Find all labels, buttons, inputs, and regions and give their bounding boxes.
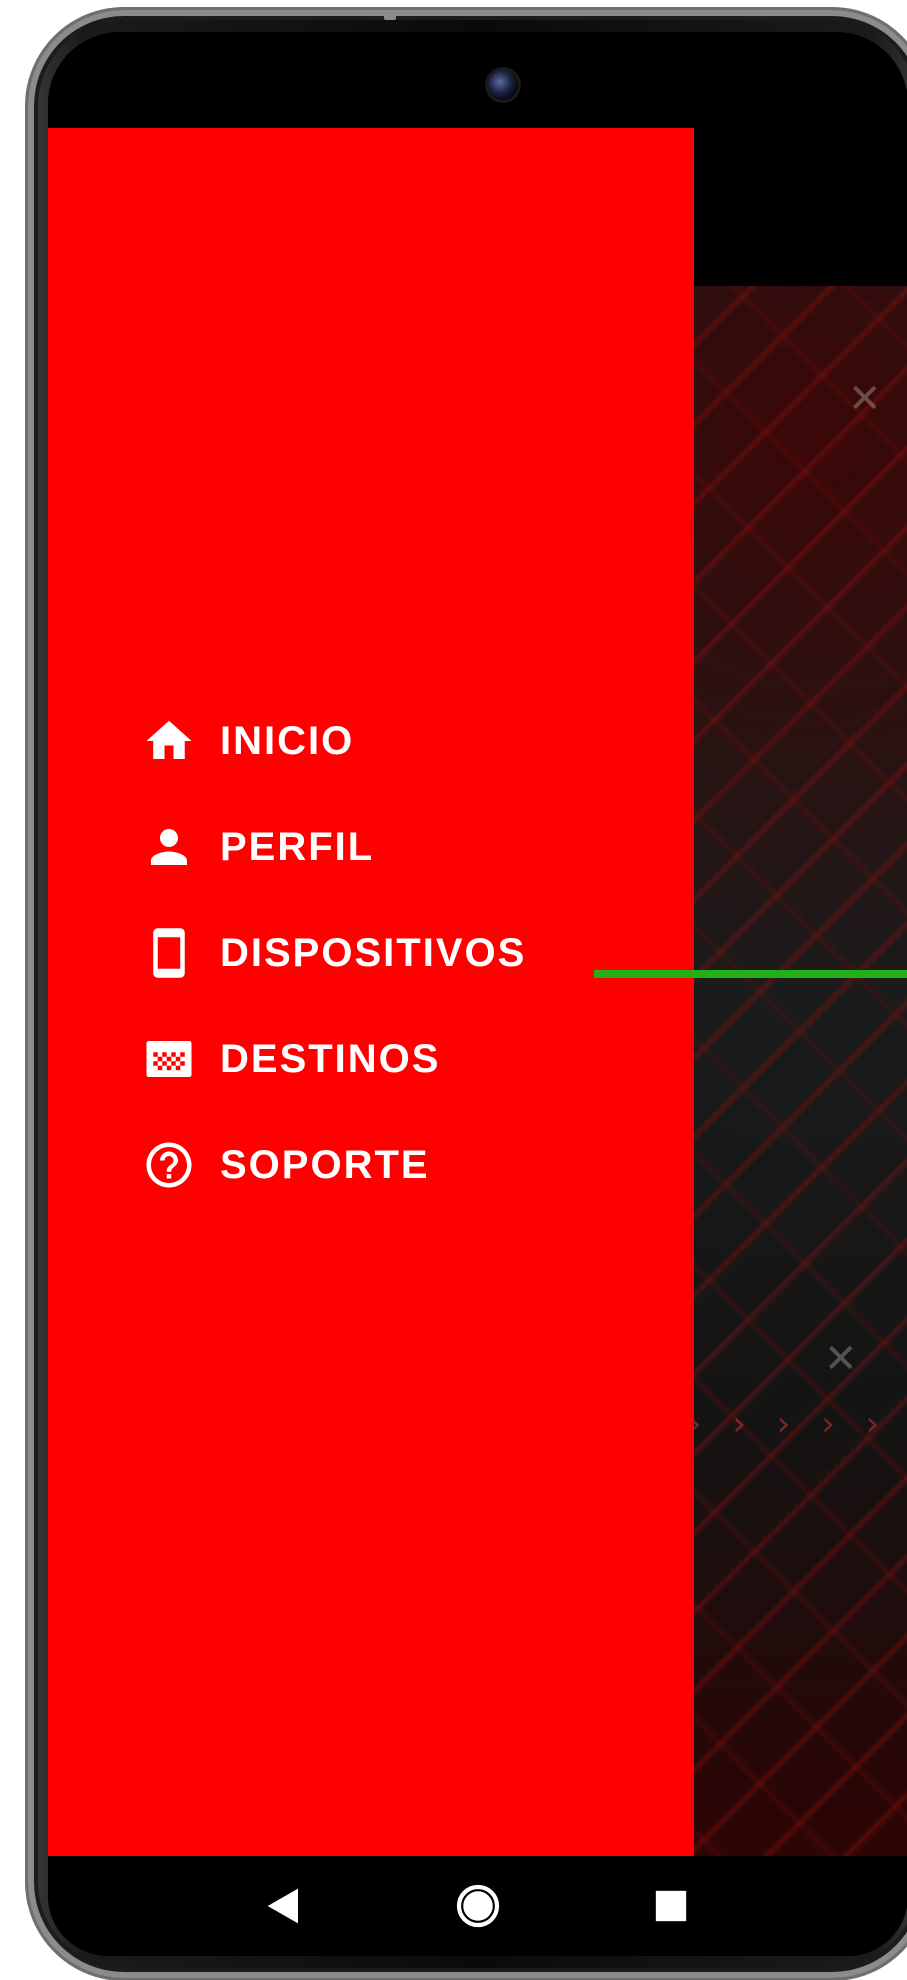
- navigation-drawer: INICIO PERFIL DISPOSITIVOS DESTINOS SOPO…: [48, 128, 694, 1856]
- drawer-item-label: DISPOSITIVOS: [220, 930, 527, 975]
- drawer-menu: INICIO PERFIL DISPOSITIVOS DESTINOS SOPO…: [142, 688, 526, 1218]
- decorative-x-icon: ✕: [824, 1336, 858, 1382]
- drawer-item-inicio[interactable]: INICIO: [142, 688, 526, 794]
- phone-top-button: [384, 10, 396, 20]
- drawer-item-dispositivos[interactable]: DISPOSITIVOS: [142, 900, 526, 1006]
- progress-indicator-line: [594, 970, 907, 978]
- phone-frame: ✕ ✕ › › › › › › › INICIO PERF: [28, 10, 907, 1978]
- recents-button[interactable]: [641, 1876, 701, 1936]
- home-icon: [142, 714, 196, 768]
- smartphone-icon: [142, 926, 196, 980]
- home-button[interactable]: [448, 1876, 508, 1936]
- status-bar: [48, 32, 907, 128]
- drawer-item-perfil[interactable]: PERFIL: [142, 794, 526, 900]
- drawer-item-label: SOPORTE: [220, 1142, 430, 1187]
- phone-screen: ✕ ✕ › › › › › › › INICIO PERF: [48, 32, 907, 1956]
- back-triangle-icon: [267, 1888, 298, 1924]
- drawer-item-soporte[interactable]: SOPORTE: [142, 1112, 526, 1218]
- drawer-item-destinos[interactable]: DESTINOS: [142, 1006, 526, 1112]
- drawer-item-label: DESTINOS: [220, 1036, 441, 1081]
- help-circle-icon: [142, 1138, 196, 1192]
- destination-flag-icon: [142, 1032, 196, 1086]
- drawer-item-label: PERFIL: [220, 824, 375, 869]
- decorative-x-icon: ✕: [848, 376, 882, 422]
- home-circle-icon: [456, 1884, 500, 1928]
- back-button[interactable]: [255, 1876, 315, 1936]
- recents-square-icon: [656, 1890, 687, 1922]
- system-navigation-bar: [48, 1856, 907, 1956]
- front-camera: [488, 70, 518, 100]
- drawer-item-label: INICIO: [220, 718, 355, 763]
- decorative-chevrons-icon: › › › › › › ›: [688, 1404, 907, 1444]
- person-icon: [142, 820, 196, 874]
